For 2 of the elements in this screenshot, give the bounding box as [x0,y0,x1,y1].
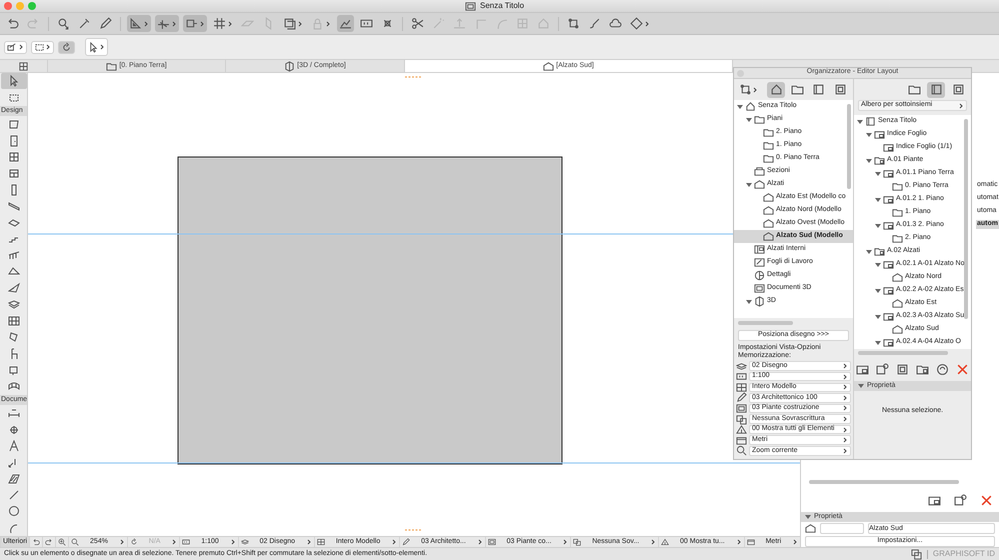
window-title: Senza Titolo [480,1,524,11]
brand-label: GRAPHISOFT ID [932,549,995,559]
